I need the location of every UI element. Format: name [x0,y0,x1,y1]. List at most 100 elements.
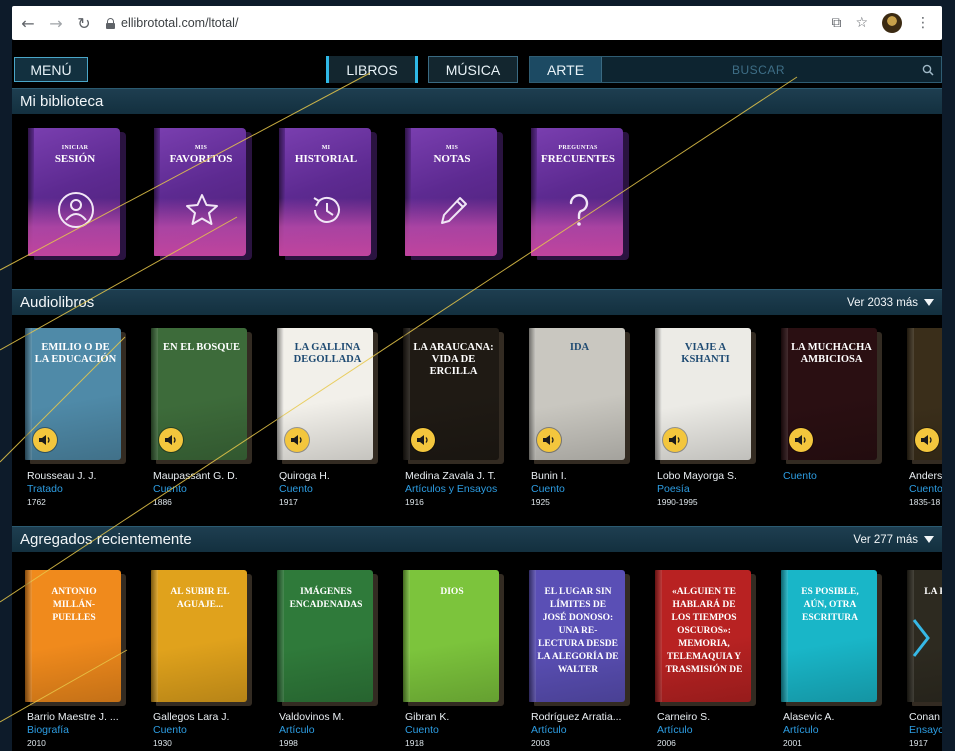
speaker-icon[interactable] [915,428,939,452]
speaker-icon[interactable] [789,428,813,452]
book-genre[interactable]: Cuento [153,724,271,737]
site-content: MENÚ LIBROS MÚSICA ARTE Mi biblioteca IN… [12,40,942,751]
book-genre[interactable]: Ensayo [909,724,942,737]
book-cover[interactable]: Al subir el aguaje... [151,570,247,702]
book-cover-title: Emilio o de la educación [34,342,117,365]
section-title: Mi biblioteca [20,93,104,110]
speaker-icon[interactable] [285,428,309,452]
kebab-menu-icon[interactable]: ⋮ [916,15,930,31]
history-icon [313,196,340,223]
book-year: 1918 [405,738,424,748]
bookmark-star-icon[interactable]: ☆ [855,15,868,31]
book-author: Quiroga H. [279,470,330,482]
profile-avatar[interactable] [882,13,902,33]
question-icon [569,194,589,226]
book-genre[interactable]: Cuento [153,483,271,496]
speaker-icon[interactable] [33,428,57,452]
book-cover[interactable]: Imágenes encadenadas [277,570,373,702]
arrow-right-icon[interactable]: → [44,11,68,35]
book-genre[interactable]: Cuento [783,470,901,483]
book-genre[interactable]: Artículo [657,724,775,737]
book-cover-title: «Alguien te hablará de los tiempos oscur… [665,587,743,675]
book-cover[interactable]: La L [907,328,942,460]
book-year: 1998 [279,738,298,748]
book-genre[interactable]: Cuento [405,724,523,737]
library-item-mis-favoritos[interactable]: MIS FAVORITOS [154,128,246,256]
book-author: Rodríguez Arratia... [531,711,622,723]
book-author: Rousseau J. J. [27,470,97,482]
ver-mas-link[interactable]: Ver 277 más [853,534,934,546]
book-meta: Anders Cuento 1835-18 [909,470,942,509]
search-input[interactable] [602,57,915,82]
section-header-biblioteca: Mi biblioteca [12,88,942,114]
book-year: 1925 [531,497,550,507]
address-bar[interactable]: ellibrototal.com/ltotal/ [106,16,238,30]
library-item-mi-historial[interactable]: MI HISTORIAL [279,128,371,256]
pencil-icon [441,197,467,224]
book-meta: Alasevic A. Artículo 2001 [783,711,901,750]
book-author: Anders [909,470,942,482]
menu-button[interactable]: MENÚ [14,57,88,82]
book-genre[interactable]: Cuento [279,483,397,496]
library-item-preguntas-frecuentes[interactable]: PREGUNTAS FRECUENTES [531,128,623,256]
book-genre[interactable]: Cuento [531,483,649,496]
speaker-icon[interactable] [159,428,183,452]
book-cover-title: La L [916,342,942,354]
book-year: 2010 [27,738,46,748]
book-meta: Medina Zavala J. T. Artículos y Ensayos 19… [405,470,523,509]
library-item-mis-notas[interactable]: MIS NOTAS [405,128,497,256]
site-topbar: MENÚ LIBROS MÚSICA ARTE [12,40,942,86]
book-cover[interactable]: Ida [529,328,625,460]
book-cover[interactable]: La Araucana: vida de Ercilla [403,328,499,460]
section-header-audiolibros: Audiolibros Ver 2033 más [12,289,942,315]
tab-arte[interactable]: ARTE [530,57,602,82]
book-author: Gallegos Lara J. [153,711,230,723]
library-item-iniciar-sesion[interactable]: INICIAR SESIÓN [28,128,120,256]
book-cover[interactable]: Dios [403,570,499,702]
browser-toolbar: ← → ↻ ellibrototal.com/ltotal/ ⧉ ☆ ⋮ [12,6,942,40]
ver-mas-link[interactable]: Ver 2033 más [847,297,934,309]
book-genre[interactable]: Artículo [279,724,397,737]
speaker-icon[interactable] [663,428,687,452]
book-year: 1886 [153,497,172,507]
user-icon [58,192,94,228]
book-author: Valdovinos M. [279,711,345,723]
lock-icon [106,17,115,29]
ver-mas-label: Ver 277 más [853,533,918,546]
arrow-left-icon[interactable]: ← [16,11,40,35]
translate-icon[interactable]: ⧉ [831,15,841,31]
speaker-icon[interactable] [411,428,435,452]
book-cover[interactable]: «Alguien te hablará de los tiempos oscur… [655,570,751,702]
library-item-small-label: MIS [194,145,208,151]
reload-icon[interactable]: ↻ [72,11,96,35]
book-genre[interactable]: Artículo [531,724,649,737]
tab-libros[interactable]: LIBROS [326,56,418,83]
book-cover[interactable]: La muchacha ambiciosa [781,328,877,460]
carousel-next-icon[interactable] [906,618,936,658]
speaker-icon[interactable] [537,428,561,452]
book-cover[interactable]: El lugar sin límites de José Donoso: una… [529,570,625,702]
book-genre[interactable]: Artículo [783,724,901,737]
book-cover[interactable]: Antonio Millán-Puelles [25,570,121,702]
book-meta: Gallegos Lara J. Cuento 1930 [153,711,271,750]
book-genre[interactable]: Artículos y Ensayos [405,483,523,496]
book-genre[interactable]: Biografía [27,724,145,737]
book-cover[interactable]: Es posible, aún, otra escritura [781,570,877,702]
book-cover[interactable]: Emilio o de la educación [25,328,121,460]
book-cover-title: Es posible, aún, otra escritura [801,587,859,623]
section-title: Audiolibros [20,294,95,311]
book-meta: Conan Ensayo 1917 [909,711,942,750]
library-item-label: FRECUENTES [541,153,615,165]
book-cover[interactable]: En el bosque [151,328,247,460]
book-cover[interactable]: Viaje a Kshanti [655,328,751,460]
book-author: Barrio Maestre J. ... [27,711,119,723]
book-author: Gibran K. [405,711,450,723]
book-cover[interactable]: La gallina degollada [277,328,373,460]
book-genre[interactable]: Tratado [27,483,145,496]
tab-musica[interactable]: MÚSICA [428,56,518,83]
book-meta: Rodríguez Arratia... Artículo 2003 [531,711,649,750]
search-icon[interactable] [915,57,941,82]
book-meta: Bunin I. Cuento 1925 [531,470,649,509]
book-genre[interactable]: Poesía [657,483,775,496]
book-genre[interactable]: Cuento [909,483,942,496]
